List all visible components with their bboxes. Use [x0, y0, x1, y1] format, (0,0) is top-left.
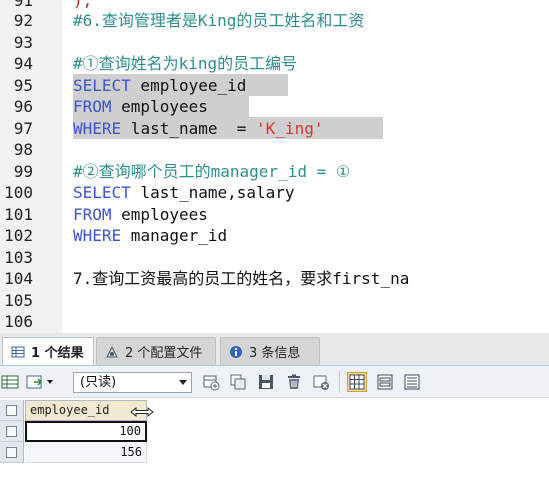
line-number-gutter: 91 92 93 94 95 96 97 98 99 100 101 102 1…	[0, 0, 62, 333]
grid-view-button[interactable]	[0, 372, 20, 392]
code-text: employees	[111, 204, 208, 224]
code-comment: #6.查询管理者是King的员工姓名和工资	[73, 11, 365, 30]
line-number: 100	[4, 183, 33, 202]
code-text: employee_id	[130, 75, 247, 95]
code-line: 7.查询工资最高的员工的姓名，要求first_na	[73, 269, 410, 288]
code-line: FROM employees	[73, 96, 208, 118]
form-view-icon	[377, 374, 393, 390]
table-cell[interactable]: 156	[25, 442, 147, 463]
line-number: 92	[13, 11, 33, 30]
sql-editor[interactable]: 91 92 93 94 95 96 97 98 99 100 101 102 1…	[0, 0, 549, 333]
line-number: 104	[4, 269, 33, 288]
form-view-button[interactable]	[375, 372, 395, 392]
result-tab-bar: 1 个结果 2 个配置文件 3 条信息	[0, 333, 549, 366]
line-number: 103	[4, 247, 33, 267]
column-header-label: employee_id	[30, 403, 110, 417]
select-all-checkbox[interactable]	[0, 400, 24, 421]
toolbar-divider	[339, 371, 340, 393]
line-number: 95	[13, 75, 33, 95]
sql-keyword: FROM	[73, 204, 112, 224]
code-comment: #②查询哪个员工的manager_id = ①	[73, 161, 351, 181]
sql-keyword: WHERE	[73, 226, 122, 245]
grid-view-icon	[1, 375, 19, 389]
tab-label: 2 个配置文件	[125, 346, 203, 361]
line-number: 94	[13, 54, 33, 73]
tab-results[interactable]: 1 个结果	[2, 337, 94, 365]
grid-layout-icon	[349, 374, 365, 390]
table-cell[interactable]: 100	[25, 421, 147, 442]
code-comment: #①查询姓名为king的员工编号	[73, 54, 298, 73]
trash-icon	[288, 374, 300, 389]
export-icon	[26, 375, 53, 389]
sql-keyword: WHERE	[73, 118, 122, 138]
line-number: 96	[13, 97, 33, 116]
row-checkbox[interactable]	[0, 421, 24, 442]
tab-label: 1 个结果	[31, 346, 84, 361]
code-text: employees	[111, 97, 208, 116]
save-icon	[259, 375, 273, 389]
export-dropdown-button[interactable]	[24, 372, 58, 392]
line-number: 98	[13, 140, 33, 159]
info-icon	[230, 345, 242, 358]
line-number: 97	[13, 118, 33, 138]
line-number: 105	[4, 290, 33, 310]
result-grid: employee_id 100 156	[0, 398, 549, 499]
code-text: last_name =	[121, 118, 257, 138]
line-number: 101	[4, 204, 33, 224]
row-checkbox[interactable]	[0, 442, 24, 463]
duplicate-icon	[230, 374, 246, 390]
text-view-icon	[404, 374, 420, 390]
text-view-button[interactable]	[402, 372, 422, 392]
save-button[interactable]	[256, 372, 276, 392]
sql-keyword: FROM	[73, 97, 112, 116]
result-toolbar: (只读)	[0, 366, 549, 398]
tab-messages[interactable]: 3 条信息	[220, 337, 320, 365]
code-text: manager_id	[121, 226, 228, 245]
line-number: 102	[4, 226, 33, 245]
read-only-mode-select[interactable]: (只读)	[73, 372, 192, 393]
line-number: 93	[13, 32, 33, 52]
code-line: SELECT last_name,salary	[73, 182, 295, 204]
code-text: last_name,salary	[130, 183, 295, 202]
select-value: (只读)	[80, 375, 117, 390]
cancel-changes-button[interactable]	[311, 372, 331, 392]
column-header-employee-id[interactable]: employee_id	[25, 400, 147, 421]
insert-row-button[interactable]	[201, 372, 221, 392]
profile-icon	[106, 345, 118, 357]
tab-profiles[interactable]: 2 个配置文件	[96, 337, 216, 365]
delete-button[interactable]	[284, 372, 304, 392]
sql-string: 'K_ing'	[256, 118, 324, 138]
grid-layout-button[interactable]	[347, 372, 367, 392]
tab-label: 3 条信息	[249, 346, 301, 361]
insert-row-icon	[203, 375, 220, 391]
code-line: WHERE manager_id	[73, 225, 227, 247]
chevron-down-icon	[179, 380, 187, 385]
result-grid-icon	[11, 346, 25, 357]
code-line: FROM employees	[73, 204, 208, 226]
column-resize-cursor-icon	[130, 406, 154, 418]
cancel-icon	[313, 375, 329, 390]
sql-keyword: SELECT	[73, 75, 131, 95]
line-number: 106	[4, 312, 33, 331]
code-line: WHERE last_name = 'K_ing'	[73, 118, 323, 140]
duplicate-row-button[interactable]	[228, 372, 248, 392]
line-number: 99	[13, 161, 33, 181]
sql-keyword: SELECT	[73, 183, 131, 202]
code-line: SELECT employee_id	[73, 75, 246, 97]
